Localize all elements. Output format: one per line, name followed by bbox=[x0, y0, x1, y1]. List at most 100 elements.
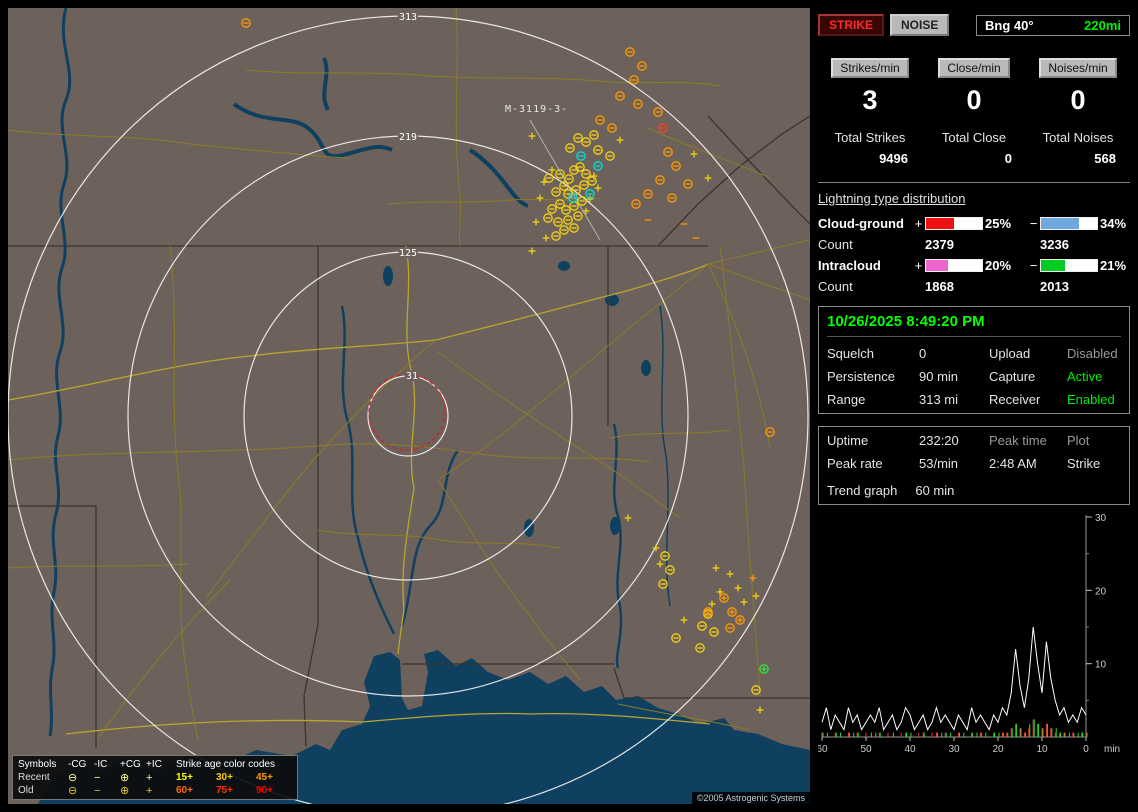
trend-graph: 30 20 10 60 50 40 30 20 10 0 min bbox=[816, 513, 1120, 755]
old-pcg-icon: ⊕ bbox=[120, 784, 130, 797]
age-75: 75+ bbox=[216, 785, 233, 796]
intracloud-label: Intracloud bbox=[818, 258, 881, 273]
legend-col-pcg: +CG bbox=[120, 759, 141, 770]
range-label: Range bbox=[827, 392, 866, 407]
upload-status: Disabled bbox=[1067, 346, 1118, 361]
total-noises-label: Total Noises bbox=[1042, 130, 1114, 145]
range-value: 313 mi bbox=[919, 392, 959, 407]
total-strikes-value: 9496 bbox=[879, 151, 908, 166]
persistence-label: Persistence bbox=[827, 369, 895, 384]
svg-text:20: 20 bbox=[1095, 586, 1107, 597]
uptime-value: 232:20 bbox=[919, 433, 959, 448]
legend-col-ncg: -CG bbox=[68, 759, 87, 770]
total-strikes-label: Total Strikes bbox=[834, 130, 906, 145]
bearing-range-display: Bng 40° 220mi bbox=[976, 14, 1130, 36]
strikes-per-min-value: 3 bbox=[862, 85, 878, 115]
rate-section: Strikes/min 3 Close/min 0 Noises/min 0 bbox=[818, 58, 1130, 116]
peak-time-label: Peak time bbox=[989, 433, 1047, 448]
recent-pcg-icon: ⊕ bbox=[120, 771, 130, 784]
peak-rate-label: Peak rate bbox=[827, 456, 883, 471]
cg-positive-pct: 25% bbox=[985, 216, 1012, 231]
squelch-label: Squelch bbox=[827, 346, 874, 361]
legend-old-label: Old bbox=[18, 785, 34, 796]
bearing-label: Bng 40° bbox=[985, 17, 1034, 33]
uptime-label: Uptime bbox=[827, 433, 869, 448]
svg-text:10: 10 bbox=[1036, 744, 1048, 755]
svg-text:30: 30 bbox=[948, 744, 960, 755]
trend-graph-label: Trend graph bbox=[827, 483, 898, 498]
svg-text:30: 30 bbox=[1095, 513, 1107, 524]
cloud-ground-count-row: Count 2379 3236 bbox=[818, 237, 1130, 252]
status-grid: Squelch 0 Upload Disabled Persistence 90… bbox=[827, 346, 1121, 407]
map-area[interactable]: 313 219 125 31 M-3119-3- Symbols -CG -IC +CG… bbox=[8, 8, 810, 804]
close-per-min-chip[interactable]: Close/min bbox=[938, 58, 1010, 78]
trend-graph-row: Trend graph 60 min bbox=[827, 483, 1121, 498]
plus-sign: + bbox=[914, 258, 923, 273]
svg-text:60: 60 bbox=[818, 744, 828, 755]
divider bbox=[818, 182, 1130, 183]
svg-text:20: 20 bbox=[992, 744, 1004, 755]
receiver-status: Enabled bbox=[1067, 392, 1115, 407]
range-value: 220mi bbox=[1084, 17, 1121, 33]
control-panel: STRIKE NOISE Bng 40° 220mi Strikes/min 3… bbox=[816, 8, 1130, 804]
app-window: 313 219 125 31 M-3119-3- Symbols -CG -IC +CG… bbox=[0, 0, 1138, 812]
plus-sign: + bbox=[914, 216, 923, 231]
mode-toolbar: STRIKE NOISE Bng 40° 220mi bbox=[818, 14, 1130, 36]
svg-text:50: 50 bbox=[860, 744, 872, 755]
squelch-value: 0 bbox=[919, 346, 927, 361]
noises-per-min-chip[interactable]: Noises/min bbox=[1039, 58, 1117, 78]
receiver-label: Receiver bbox=[989, 392, 1041, 407]
intracloud-count-row: Count 1868 2013 bbox=[818, 279, 1130, 294]
peak-time-value: 2:48 AM bbox=[989, 456, 1037, 471]
map-legend: Symbols -CG -IC +CG +IC Strike age color… bbox=[12, 755, 298, 800]
ic-positive-bar bbox=[925, 259, 983, 272]
recent-ncg-icon: ⊖ bbox=[68, 771, 78, 784]
cg-positive-bar bbox=[925, 217, 983, 230]
ic-positive-pct: 20% bbox=[985, 258, 1012, 273]
svg-text:0: 0 bbox=[1083, 744, 1089, 755]
persistence-value: 90 min bbox=[919, 369, 959, 384]
range-ring-label: 31 bbox=[406, 371, 418, 382]
old-pic-icon: + bbox=[146, 784, 153, 797]
ic-negative-bar bbox=[1040, 259, 1098, 272]
recent-pic-icon: + bbox=[146, 771, 153, 784]
strikes-per-min-chip[interactable]: Strikes/min bbox=[831, 58, 909, 78]
minus-sign: − bbox=[1029, 258, 1038, 273]
datetime-display: 10/26/2025 8:49:20 PM bbox=[827, 313, 1121, 337]
peak-rate-value: 53/min bbox=[919, 456, 959, 471]
total-noises-value: 568 bbox=[1094, 151, 1116, 166]
age-60: 60+ bbox=[176, 785, 193, 796]
minus-sign: − bbox=[1029, 216, 1038, 231]
legend-col-pic: +IC bbox=[146, 759, 162, 770]
svg-text:10: 10 bbox=[1095, 660, 1107, 671]
old-ncg-icon: ⊖ bbox=[68, 784, 78, 797]
legend-symbols-header: Symbols bbox=[18, 759, 57, 770]
ic-negative-pct: 21% bbox=[1100, 258, 1127, 273]
range-ring-label: 219 bbox=[399, 132, 417, 143]
cloud-ground-row: Cloud-ground + 25% − 34% bbox=[818, 216, 1130, 231]
legend-col-nic: -IC bbox=[94, 759, 108, 770]
legend-age-header: Strike age color codes bbox=[176, 759, 275, 770]
svg-text:40: 40 bbox=[904, 744, 916, 755]
recent-nic-icon: − bbox=[94, 771, 101, 784]
plot-label: Plot bbox=[1067, 433, 1090, 448]
cg-negative-count: 3236 bbox=[1040, 237, 1069, 252]
storm-cell-label: M-3119-3- bbox=[505, 104, 568, 115]
age-30: 30+ bbox=[216, 772, 233, 783]
ic-positive-count: 1868 bbox=[925, 279, 954, 294]
status-box: 10/26/2025 8:49:20 PM Squelch 0 Upload D… bbox=[818, 306, 1130, 414]
cg-positive-count: 2379 bbox=[925, 237, 954, 252]
svg-text:min: min bbox=[1104, 744, 1120, 755]
total-close-value: 0 bbox=[1004, 151, 1012, 166]
legend-recent-label: Recent bbox=[18, 772, 50, 783]
trend-window-value: 60 min bbox=[915, 483, 955, 498]
age-15: 15+ bbox=[176, 772, 193, 783]
intracloud-row: Intracloud + 20% − 21% bbox=[818, 258, 1130, 273]
total-close-label: Total Close bbox=[941, 130, 1007, 145]
noise-button[interactable]: NOISE bbox=[890, 14, 950, 36]
strike-button[interactable]: STRIKE bbox=[818, 14, 885, 36]
capture-status: Active bbox=[1067, 369, 1103, 384]
old-nic-icon: − bbox=[94, 784, 101, 797]
copyright-notice: ©2005 Astrogenic Systems bbox=[691, 792, 810, 804]
capture-label: Capture bbox=[989, 369, 1036, 384]
